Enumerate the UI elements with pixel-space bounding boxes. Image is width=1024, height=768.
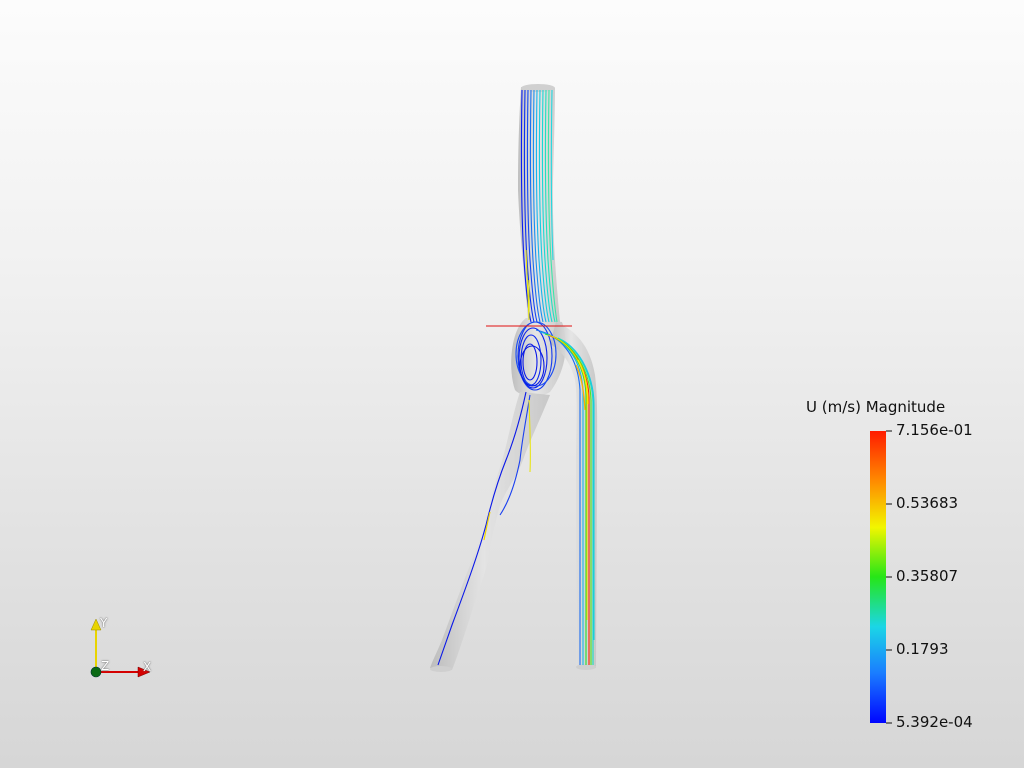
colorbar-tick-label: 0.35807	[896, 567, 959, 585]
render-viewport[interactable]: U (m/s) Magnitude 7.156e-01 0.53683 0.35…	[0, 0, 1024, 768]
colorbar-min-label: 5.392e-04	[896, 713, 973, 731]
colorbar-tick-label: 0.1793	[896, 640, 949, 658]
z-axis-label: Z	[101, 659, 110, 673]
y-axis-label: Y	[100, 616, 108, 630]
colorbar-max-label: 7.156e-01	[896, 421, 973, 439]
colorbar-ticks	[886, 430, 892, 724]
x-axis-label: X	[143, 660, 152, 674]
vessel-mesh	[430, 84, 598, 672]
colorbar	[870, 431, 886, 723]
colorbar-tick-label: 0.53683	[896, 494, 959, 512]
colorbar-title: U (m/s) Magnitude	[806, 398, 946, 416]
